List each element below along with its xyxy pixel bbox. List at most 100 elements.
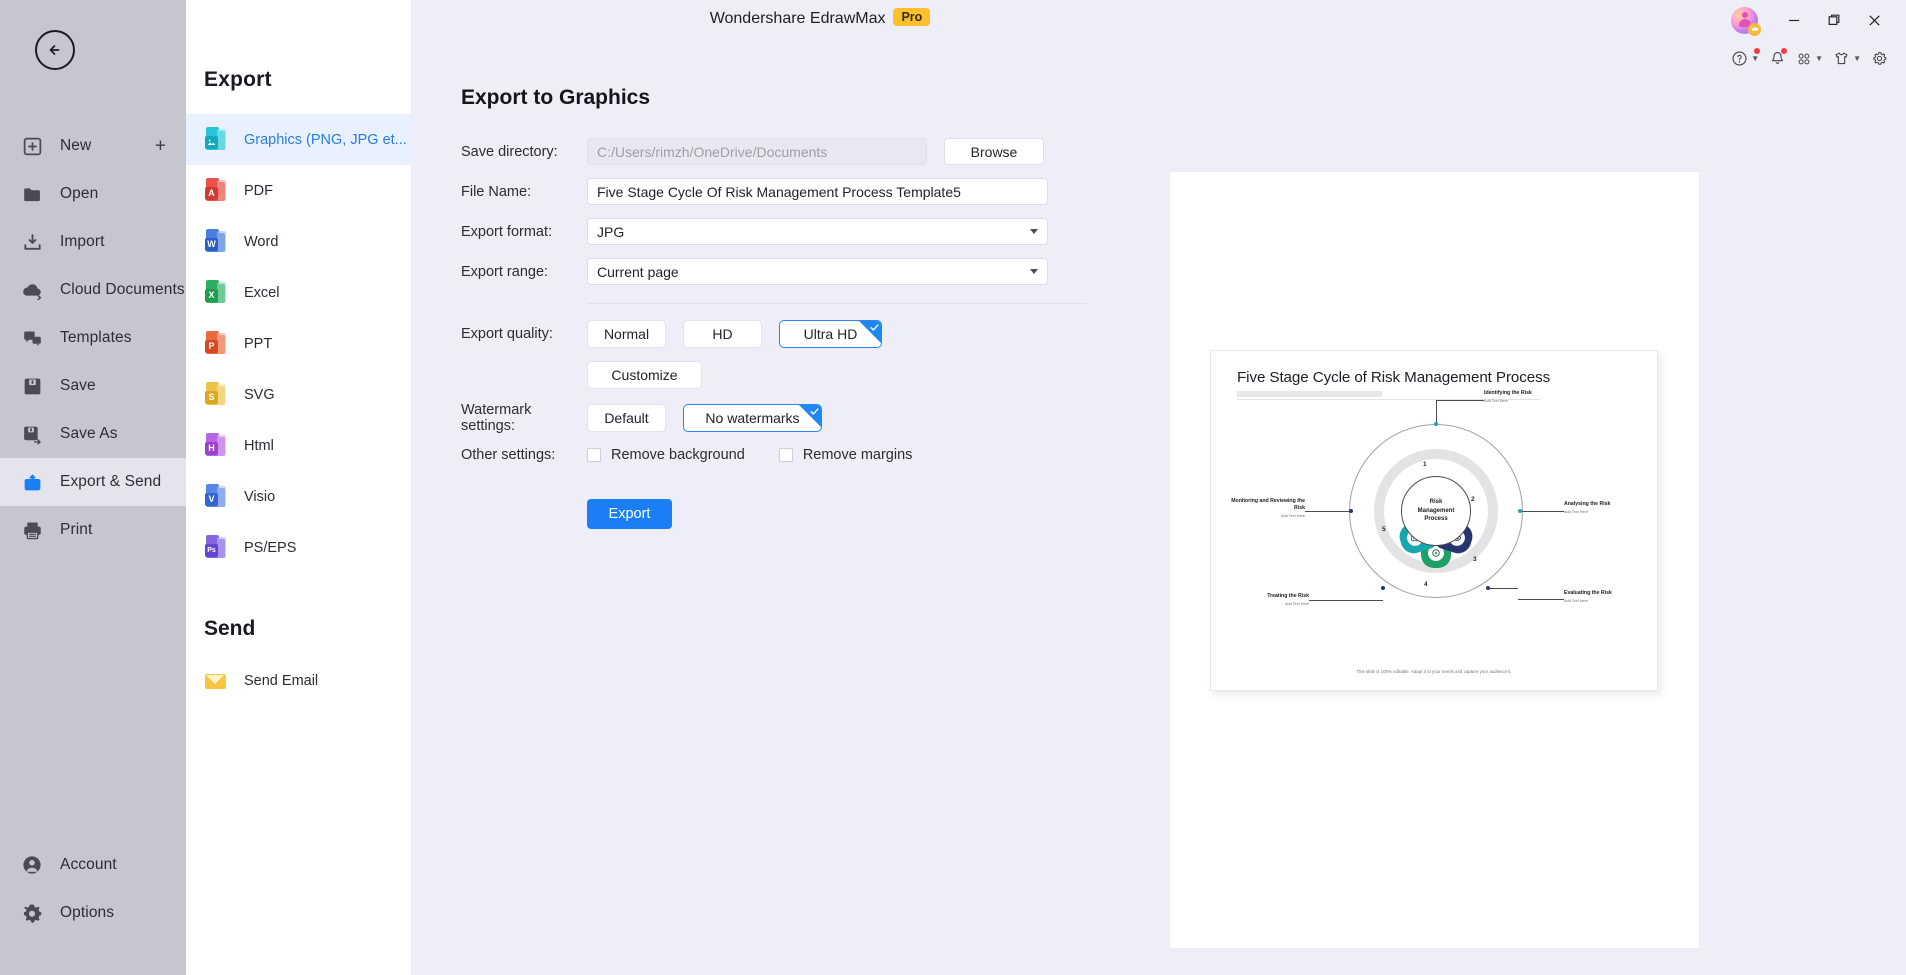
- title-bar: Wondershare EdrawMax Pro: [411, 0, 1906, 42]
- export-option-excel[interactable]: X Excel: [186, 267, 411, 318]
- export-option-svg[interactable]: S SVG: [186, 369, 411, 420]
- cloud-icon: [18, 276, 46, 304]
- export-option-word[interactable]: W Word: [186, 216, 411, 267]
- export-option-ps-eps[interactable]: Ps PS/EPS: [186, 522, 411, 573]
- notifications-button[interactable]: [1767, 48, 1788, 69]
- save-directory-label: Save directory:: [461, 143, 558, 160]
- settings-button[interactable]: [1869, 48, 1890, 69]
- checkbox-box[interactable]: [778, 448, 793, 462]
- export-quality-label: Export quality:: [461, 326, 553, 342]
- export-option-label: PS/EPS: [244, 539, 297, 556]
- chevron-down-icon: [1030, 269, 1038, 274]
- browse-button[interactable]: Browse: [944, 138, 1044, 165]
- sidebar-item-save[interactable]: Save: [0, 362, 186, 410]
- stage-sub-5: Add Text Here: [1281, 513, 1305, 518]
- sidebar-item-label: Options: [60, 904, 115, 921]
- quality-option-customize[interactable]: Customize: [587, 361, 702, 389]
- sidebar-item-save-as[interactable]: Save As: [0, 410, 186, 458]
- leader-line-4-a: [1353, 600, 1383, 601]
- send-section-title: Send: [204, 617, 256, 640]
- quality-option-ultra-hd[interactable]: Ultra HD: [779, 320, 882, 348]
- save-directory-input[interactable]: C:/Users/rimzh/OneDrive/Documents: [587, 138, 927, 165]
- export-option-visio[interactable]: V Visio: [186, 471, 411, 522]
- sidebar-item-templates[interactable]: Templates: [0, 314, 186, 362]
- import-icon: [18, 228, 46, 256]
- sidebar-item-import[interactable]: Import: [0, 218, 186, 266]
- sidebar-item-cloud-documents[interactable]: Cloud Documents: [0, 266, 186, 314]
- minimize-button[interactable]: [1776, 4, 1812, 36]
- window-controls: [1731, 4, 1892, 36]
- sidebar-item-export-send[interactable]: Export & Send: [0, 458, 186, 506]
- pro-crown-badge: [1748, 22, 1761, 36]
- app-title-text: Wondershare EdrawMax: [709, 10, 886, 27]
- watermark-row: Watermark settings: Default No watermark…: [461, 402, 1086, 434]
- export-option-graphics[interactable]: Graphics (PNG, JPG et...: [186, 114, 411, 165]
- leader-line-1-v: [1436, 400, 1437, 424]
- checkbox-label: Remove background: [611, 447, 745, 463]
- header-toolbar: ▼ ▼ ▼: [1729, 48, 1890, 69]
- watermark-option-default[interactable]: Default: [587, 404, 666, 432]
- sidebar-item-new[interactable]: New +: [0, 122, 186, 170]
- stage-title-5: Monitoring and Reviewing the Risk: [1231, 498, 1305, 512]
- help-button[interactable]: ▼: [1729, 48, 1761, 69]
- apps-button[interactable]: ▼: [1794, 49, 1825, 69]
- pro-badge: Pro: [893, 8, 931, 26]
- sidebar-item-options[interactable]: Options: [0, 889, 186, 937]
- sidebar-item-label: Account: [60, 856, 117, 873]
- checkbox-remove-margins[interactable]: Remove margins: [778, 447, 913, 463]
- export-button[interactable]: Export: [587, 499, 672, 529]
- maximize-button[interactable]: [1816, 4, 1852, 36]
- other-settings-row: Other settings: Remove background Remove…: [461, 447, 1086, 463]
- checkbox-label: Remove margins: [802, 447, 913, 463]
- new-plus-button[interactable]: +: [155, 137, 166, 156]
- export-format-row: Export format: JPG: [461, 218, 1086, 245]
- avatar[interactable]: [1731, 6, 1761, 36]
- slide-footer-note: This slide is 100% editable. Adapt it to…: [1356, 669, 1512, 674]
- file-name-row: File Name: Five Stage Cycle Of Risk Mana…: [461, 178, 1086, 205]
- diagram-hub: Risk Management Process: [1401, 476, 1471, 546]
- export-range-value: Current page: [597, 263, 679, 280]
- connector-node-2: [1518, 509, 1522, 513]
- export-option-pdf[interactable]: A PDF: [186, 165, 411, 216]
- sidebar-item-open[interactable]: Open: [0, 170, 186, 218]
- quality-option-hd[interactable]: HD: [683, 320, 762, 348]
- stage-sub-2: Add Text Here: [1564, 509, 1588, 514]
- checkbox-box[interactable]: [587, 448, 601, 462]
- sidebar-item-label: Save: [60, 377, 96, 394]
- export-option-ppt[interactable]: P PPT: [186, 318, 411, 369]
- minimize-icon: [1789, 19, 1799, 22]
- print-icon: [18, 516, 46, 544]
- pdf-file-icon: A: [204, 177, 228, 204]
- stage-sub-3: Add Text Here: [1564, 598, 1588, 603]
- file-name-input[interactable]: Five Stage Cycle Of Risk Management Proc…: [587, 178, 1048, 205]
- close-button[interactable]: [1856, 4, 1892, 36]
- edrawmax-export-window: New + Open Import Cloud Documents Templa…: [0, 0, 1906, 975]
- notification-badge-dot: [1781, 48, 1788, 54]
- send-option-email[interactable]: Send Email: [186, 655, 411, 706]
- sidebar-item-account[interactable]: Account: [0, 841, 186, 889]
- document-preview[interactable]: Five Stage Cycle of Risk Management Proc…: [1210, 350, 1658, 691]
- file-name-label: File Name:: [461, 183, 532, 200]
- html-file-icon: H: [204, 432, 228, 459]
- connector-node-4: [1381, 586, 1385, 590]
- panel-title: Export: [204, 68, 272, 91]
- stage-number-2: 2: [1471, 496, 1475, 503]
- stage-sub-4: Add Text Here: [1285, 601, 1309, 606]
- gear-icon: [18, 899, 46, 927]
- export-range-select[interactable]: Current page: [587, 258, 1048, 285]
- theme-button[interactable]: ▼: [1831, 48, 1863, 69]
- export-format-select[interactable]: JPG: [587, 218, 1048, 245]
- quality-option-normal[interactable]: Normal: [587, 320, 666, 348]
- export-option-html[interactable]: H Html: [186, 420, 411, 471]
- back-button[interactable]: [35, 30, 75, 70]
- page-title: Export to Graphics: [461, 86, 651, 109]
- rail-bottom-list: Account Options: [0, 841, 186, 937]
- send-option-label: Send Email: [244, 672, 319, 689]
- customize-row: Customize: [461, 361, 1086, 389]
- watermark-option-no-watermarks[interactable]: No watermarks: [683, 404, 822, 432]
- svg-file-icon: S: [204, 381, 228, 408]
- checkbox-remove-background[interactable]: Remove background: [587, 447, 745, 463]
- stage-title-2: Analysing the Risk: [1564, 501, 1611, 507]
- sidebar-item-print[interactable]: Print: [0, 506, 186, 554]
- help-icon: [1732, 51, 1747, 66]
